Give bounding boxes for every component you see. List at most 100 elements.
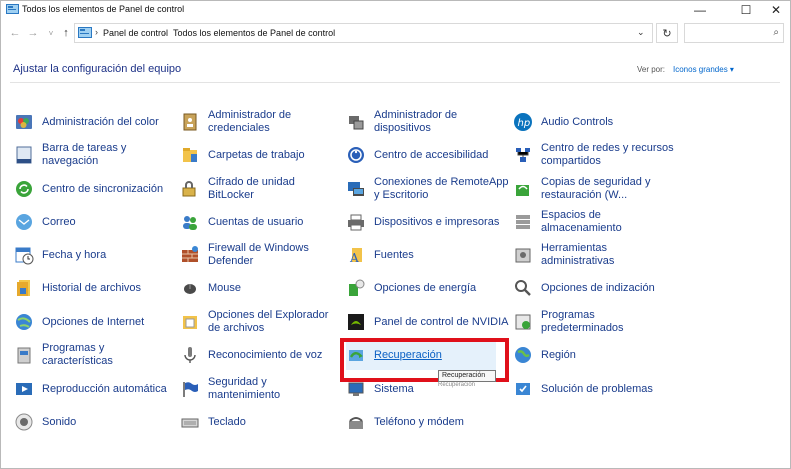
address-bar[interactable]: › Panel de control › Todos los elementos… [74, 23, 653, 43]
item-label: Audio Controls [541, 115, 614, 128]
item-sonido[interactable]: Sonido [14, 407, 76, 437]
credential-manager-icon [183, 113, 197, 131]
item-dispositivos-e-impresoras[interactable]: Dispositivos e impresoras [346, 207, 499, 237]
item-label: Fecha y hora [42, 248, 107, 261]
item-herramientas-administrativas[interactable]: Herramientas administrativas [513, 240, 614, 270]
item-label: Herramientas administrativas [541, 242, 615, 267]
breadcrumb-all-items[interactable]: Todos los elementos de Panel de control [173, 28, 335, 38]
close-button[interactable]: ✕ [757, 1, 791, 19]
page-title: Ajustar la configuración del equipo [13, 63, 182, 75]
item-label: Programas predeterminados [541, 309, 624, 334]
refresh-button[interactable]: ↻ [656, 23, 678, 43]
taskbar-icon [16, 146, 32, 164]
header-divider [10, 82, 780, 83]
control-panel-window: Todos los elementos de Panel de control … [0, 0, 791, 469]
item-label: Panel de control de NVIDIA [374, 315, 509, 328]
item-espacios-de-almacenamiento[interactable]: Espacios de almacenamiento [513, 207, 622, 237]
firewall-icon [182, 246, 198, 262]
item-cuentas-de-usuario[interactable]: Cuentas de usuario [180, 207, 303, 237]
item-label: Reproducción automática [42, 382, 167, 395]
item-label: Barra de tareas y navegación [42, 142, 127, 167]
item-label: Dispositivos e impresoras [374, 215, 500, 228]
admin-tools-icon [515, 248, 531, 263]
item-label: Correo [42, 215, 76, 228]
item-opciones-del-explorador-de-archivos[interactable]: Opciones del Explorador de archivos [180, 307, 328, 337]
breadcrumb-separator-icon: › [95, 27, 98, 37]
item-label: Centro de redes y recursos compartidos [541, 142, 674, 167]
item-administracion-del-color[interactable]: Administración del color [14, 107, 159, 137]
forward-arrow-icon[interactable]: → [25, 25, 41, 41]
window-title: Todos los elementos de Panel de control [22, 4, 185, 14]
item-copias-de-seguridad-y-restauracion-w[interactable]: Copias de seguridad y restauración (W... [513, 174, 650, 204]
item-teclado[interactable]: Teclado [180, 407, 246, 437]
autoplay-icon [16, 383, 32, 395]
item-label: Opciones de Internet [42, 315, 145, 328]
indexing-icon [515, 280, 531, 296]
mouse-icon [184, 284, 196, 294]
view-by-label: Ver por: [637, 65, 666, 74]
item-centro-de-accesibilidad[interactable]: Centro de accesibilidad [346, 140, 488, 170]
item-centro-de-sincronizacion[interactable]: Centro de sincronización [14, 174, 163, 204]
mail-icon [16, 214, 32, 230]
item-label: Copias de seguridad y restauración (W... [541, 176, 651, 201]
item-telefono-y-modem[interactable]: Teléfono y módem [346, 407, 464, 437]
item-label: Sonido [42, 415, 77, 428]
recent-locations-chevron-icon[interactable]: ˅ [43, 25, 59, 41]
item-centro-de-redes-y-recursos-compartidos[interactable]: Centro de redes y recursos compartidos [513, 140, 674, 170]
item-label: Opciones de energía [374, 281, 477, 294]
item-barra-de-tareas-y-navegacion[interactable]: Barra de tareas y navegación [14, 140, 126, 170]
svg-text:A: A [349, 251, 359, 265]
item-region[interactable]: Región [513, 340, 576, 370]
nvidia-icon [348, 314, 364, 330]
item-solucion-de-problemas[interactable]: Solución de problemas [513, 374, 653, 404]
item-label: Solución de problemas [541, 382, 653, 395]
work-folders-icon [183, 148, 197, 162]
view-by-dropdown[interactable]: Iconos grandes ▾ [673, 65, 734, 74]
item-correo[interactable]: Correo [14, 207, 76, 237]
item-label: Cuentas de usuario [208, 215, 304, 228]
item-opciones-de-energia[interactable]: Opciones de energía [346, 273, 476, 303]
item-seguridad-y-mantenimiento[interactable]: Seguridad y mantenimiento [180, 374, 280, 404]
search-input[interactable]: ⌕ [684, 23, 784, 43]
sync-center-icon [16, 181, 32, 197]
item-administrador-de-dispositivos[interactable]: Administrador de dispositivos [346, 107, 457, 137]
item-administrador-de-credenciales[interactable]: Administrador de credenciales [180, 107, 291, 137]
item-label: Teléfono y módem [374, 415, 464, 428]
item-label: Teclado [208, 415, 246, 428]
up-arrow-icon[interactable]: ↑ [58, 25, 74, 41]
item-opciones-de-indizacion[interactable]: Opciones de indización [513, 273, 655, 303]
back-arrow-icon[interactable]: ← [7, 25, 23, 41]
default-programs-icon [515, 314, 531, 330]
item-label: Firewall de Windows Defender [208, 242, 309, 267]
item-label: Programas y características [42, 342, 113, 367]
programs-icon [17, 347, 31, 364]
region-icon [515, 347, 531, 363]
item-fuentes[interactable]: A Fuentes [346, 240, 414, 270]
item-reproduccion-automatica[interactable]: Reproducción automática [14, 374, 167, 404]
item-carpetas-de-trabajo[interactable]: Carpetas de trabajo [180, 140, 305, 170]
item-mouse[interactable]: Mouse [180, 273, 241, 303]
item-reconocimiento-de-voz[interactable]: Reconocimiento de voz [180, 340, 322, 370]
troubleshooting-icon [516, 383, 530, 395]
backup-icon [516, 185, 529, 196]
printer-icon [348, 214, 364, 231]
item-historial-de-archivos[interactable]: Historial de archivos [14, 273, 141, 303]
item-programas-predeterminados[interactable]: Programas predeterminados [513, 307, 624, 337]
item-programas-y-caracteristicas[interactable]: Programas y características [14, 340, 113, 370]
item-label: Región [541, 348, 576, 361]
item-conexiones-de-remoteapp-y-escritorio[interactable]: Conexiones de RemoteApp y Escritorio [346, 174, 509, 204]
microphone-icon [184, 347, 196, 363]
user-accounts-icon [183, 216, 197, 230]
item-label: Opciones del Explorador de archivos [208, 309, 329, 334]
item-firewall-de-windows-defender[interactable]: Firewall de Windows Defender [180, 240, 309, 270]
breadcrumb-control-panel[interactable]: Panel de control [103, 28, 168, 38]
item-audio-controls[interactable]: hp Audio Controls [513, 107, 613, 137]
sound-icon [15, 413, 33, 431]
address-dropdown-icon[interactable]: ⌄ [637, 27, 645, 38]
item-opciones-de-internet[interactable]: Opciones de Internet [14, 307, 144, 337]
item-fecha-y-hora[interactable]: Fecha y hora [14, 240, 106, 270]
item-cifrado-de-unidad-bitlocker[interactable]: Cifrado de unidad BitLocker [180, 174, 295, 204]
item-panel-de-control-de-nvidia[interactable]: Panel de control de NVIDIA [346, 307, 509, 337]
security-flag-icon [183, 382, 198, 397]
minimize-button[interactable]: — [681, 1, 719, 19]
